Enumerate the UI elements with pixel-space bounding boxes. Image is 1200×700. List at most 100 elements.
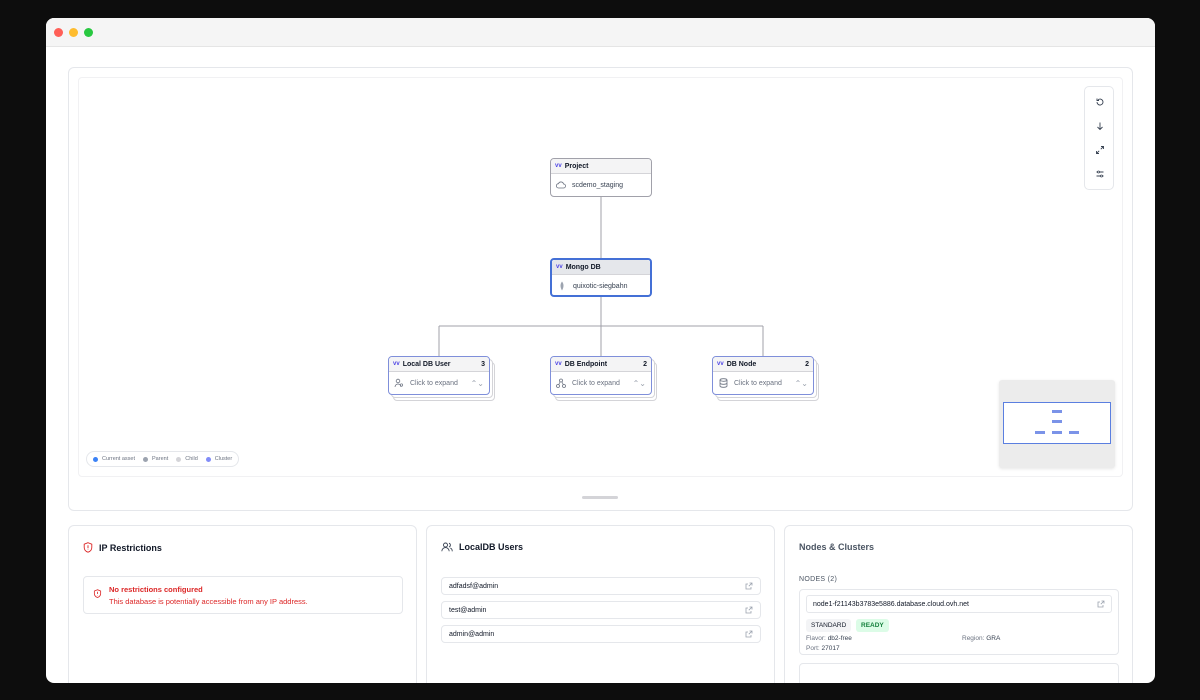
alert-title: No restrictions configured: [109, 585, 203, 594]
fullscreen-icon[interactable]: [1092, 142, 1108, 158]
ip-restrictions-panel: IP Restrictions No restrictions configur…: [68, 525, 417, 683]
minimap-node: [1035, 431, 1045, 434]
mongodb-node[interactable]: vv Mongo DB quixotic-siegbahn: [550, 258, 652, 297]
local-db-user-cluster-node[interactable]: vv Local DB User 3 Click to expand ⌃⌄: [388, 356, 490, 395]
app-window: vv Project scdemo_staging vv Mongo DB qu…: [46, 18, 1155, 683]
shield-alert-icon: [83, 542, 93, 553]
arrow-down-icon[interactable]: [1092, 118, 1108, 134]
expand-chevron-icon[interactable]: ⌃⌄: [795, 379, 808, 388]
legend-label: Current asset: [102, 456, 136, 462]
legend-label: Child: [185, 456, 198, 462]
external-link-icon[interactable]: [745, 606, 753, 614]
flavor-meta: Flavor: db2-free: [806, 635, 852, 642]
asset-graph-card: vv Project scdemo_staging vv Mongo DB qu…: [68, 67, 1133, 511]
localdb-user-row[interactable]: test@admin: [441, 601, 761, 619]
expand-chevron-icon[interactable]: ⌃⌄: [471, 379, 484, 388]
legend-item-child: Child: [176, 456, 198, 462]
db-endpoint-cluster-node[interactable]: vv DB Endpoint 2 Click to expand ⌃⌄: [550, 356, 652, 395]
legend-item-cluster: Cluster: [205, 456, 232, 462]
region-label: Region:: [962, 635, 985, 642]
resize-handle[interactable]: [582, 496, 618, 499]
no-restrictions-alert: No restrictions configured This database…: [83, 576, 403, 614]
cloud-icon: [556, 180, 566, 190]
cluster-node-type: DB Node: [726, 360, 757, 368]
endpoint-icon: [556, 378, 566, 388]
graph-minimap[interactable]: [999, 380, 1115, 468]
user-name: test@admin: [449, 606, 487, 614]
expand-chevron-icon[interactable]: ⌃⌄: [633, 379, 646, 388]
mongodb-node-type: Mongo DB: [565, 263, 601, 271]
alert-circle-icon: [93, 585, 102, 603]
minimap-viewport[interactable]: [1003, 402, 1111, 444]
brand-mark-icon: vv: [556, 264, 563, 270]
users-icon: [441, 542, 453, 552]
port-value: 27017: [821, 645, 840, 652]
cluster-count: 2: [805, 360, 809, 368]
reset-icon[interactable]: [1092, 94, 1108, 110]
click-to-expand-label: Click to expand: [410, 379, 458, 387]
graph-legend: Current asset Parent Child Cluster: [86, 451, 240, 467]
graph-canvas[interactable]: vv Project scdemo_staging vv Mongo DB qu…: [78, 77, 1123, 477]
brand-mark-icon: vv: [717, 361, 724, 367]
minimap-node: [1052, 431, 1062, 434]
legend-item-current: Current asset: [93, 456, 135, 462]
legend-label: Parent: [152, 456, 169, 462]
legend-dot: [176, 456, 182, 462]
cluster-node-type: Local DB User: [402, 360, 451, 368]
legend-item-parent: Parent: [143, 456, 168, 462]
minimize-window-button[interactable]: [69, 28, 78, 37]
db-node-cluster-node[interactable]: vv DB Node 2 Click to expand ⌃⌄: [712, 356, 814, 395]
mongodb-leaf-icon: [557, 281, 567, 291]
project-node-type: Project: [564, 162, 589, 170]
ip-restrictions-title: IP Restrictions: [99, 542, 162, 553]
project-node[interactable]: vv Project scdemo_staging: [550, 158, 652, 197]
brand-mark-icon: vv: [393, 361, 400, 367]
project-node-name: scdemo_staging: [572, 181, 623, 189]
region-value: GRA: [986, 635, 1001, 642]
port-meta: Port: 27017: [806, 645, 840, 652]
database-icon: [718, 378, 728, 388]
legend-dot: [205, 456, 211, 462]
flavor-label: Flavor:: [806, 635, 826, 642]
panel-title: IP Restrictions: [83, 542, 162, 553]
mongodb-node-name: quixotic-siegbahn: [573, 282, 628, 290]
localdb-user-row[interactable]: admin@admin: [441, 625, 761, 643]
minimap-node: [1069, 431, 1079, 434]
nodes-clusters-panel: Nodes & Clusters NODES (2) node1-f21143b…: [784, 525, 1133, 683]
click-to-expand-label: Click to expand: [734, 379, 782, 387]
close-window-button[interactable]: [54, 28, 63, 37]
tier-badge: STANDARD: [806, 619, 852, 632]
brand-mark-icon: vv: [555, 361, 562, 367]
localdb-user-row[interactable]: adfadsf@admin: [441, 577, 761, 595]
user-name: admin@admin: [449, 630, 495, 638]
localdb-users-panel: LocalDB Users adfadsf@admin test@admin a…: [426, 525, 775, 683]
external-link-icon[interactable]: [745, 630, 753, 638]
brand-mark-icon: vv: [555, 163, 562, 169]
minimap-node: [1052, 420, 1062, 423]
minimap-node: [1052, 410, 1062, 413]
flavor-value: db2-free: [827, 635, 852, 642]
localdb-users-title: LocalDB Users: [459, 542, 524, 552]
cluster-count: 2: [643, 360, 647, 368]
node-host-row[interactable]: node1-f21143b3783e5886.database.cloud.ov…: [806, 595, 1112, 613]
node-host: node1-f21143b3783e5886.database.cloud.ov…: [813, 600, 969, 608]
graph-toolbar: [1084, 86, 1114, 190]
maximize-window-button[interactable]: [84, 28, 93, 37]
click-to-expand-label: Click to expand: [572, 379, 620, 387]
alert-text: This database is potentially accessible …: [109, 597, 308, 606]
settings-sliders-icon[interactable]: [1092, 166, 1108, 182]
status-badge: READY: [856, 619, 889, 632]
panel-title: LocalDB Users: [441, 542, 523, 552]
window-titlebar: [46, 18, 1155, 47]
users-icon: [394, 378, 404, 388]
cluster-count: 3: [481, 360, 485, 368]
nodes-clusters-title: Nodes & Clusters: [799, 542, 875, 552]
mongodb-node-header: vv Mongo DB: [552, 260, 650, 275]
external-link-icon[interactable]: [1097, 600, 1105, 608]
node-card: node1-f21143b3783e5886.database.cloud.ov…: [799, 589, 1119, 655]
legend-dot: [143, 456, 149, 462]
port-label: Port:: [806, 645, 820, 652]
node-card: [799, 663, 1119, 683]
external-link-icon[interactable]: [745, 582, 753, 590]
region-meta: Region: GRA: [962, 635, 1000, 642]
